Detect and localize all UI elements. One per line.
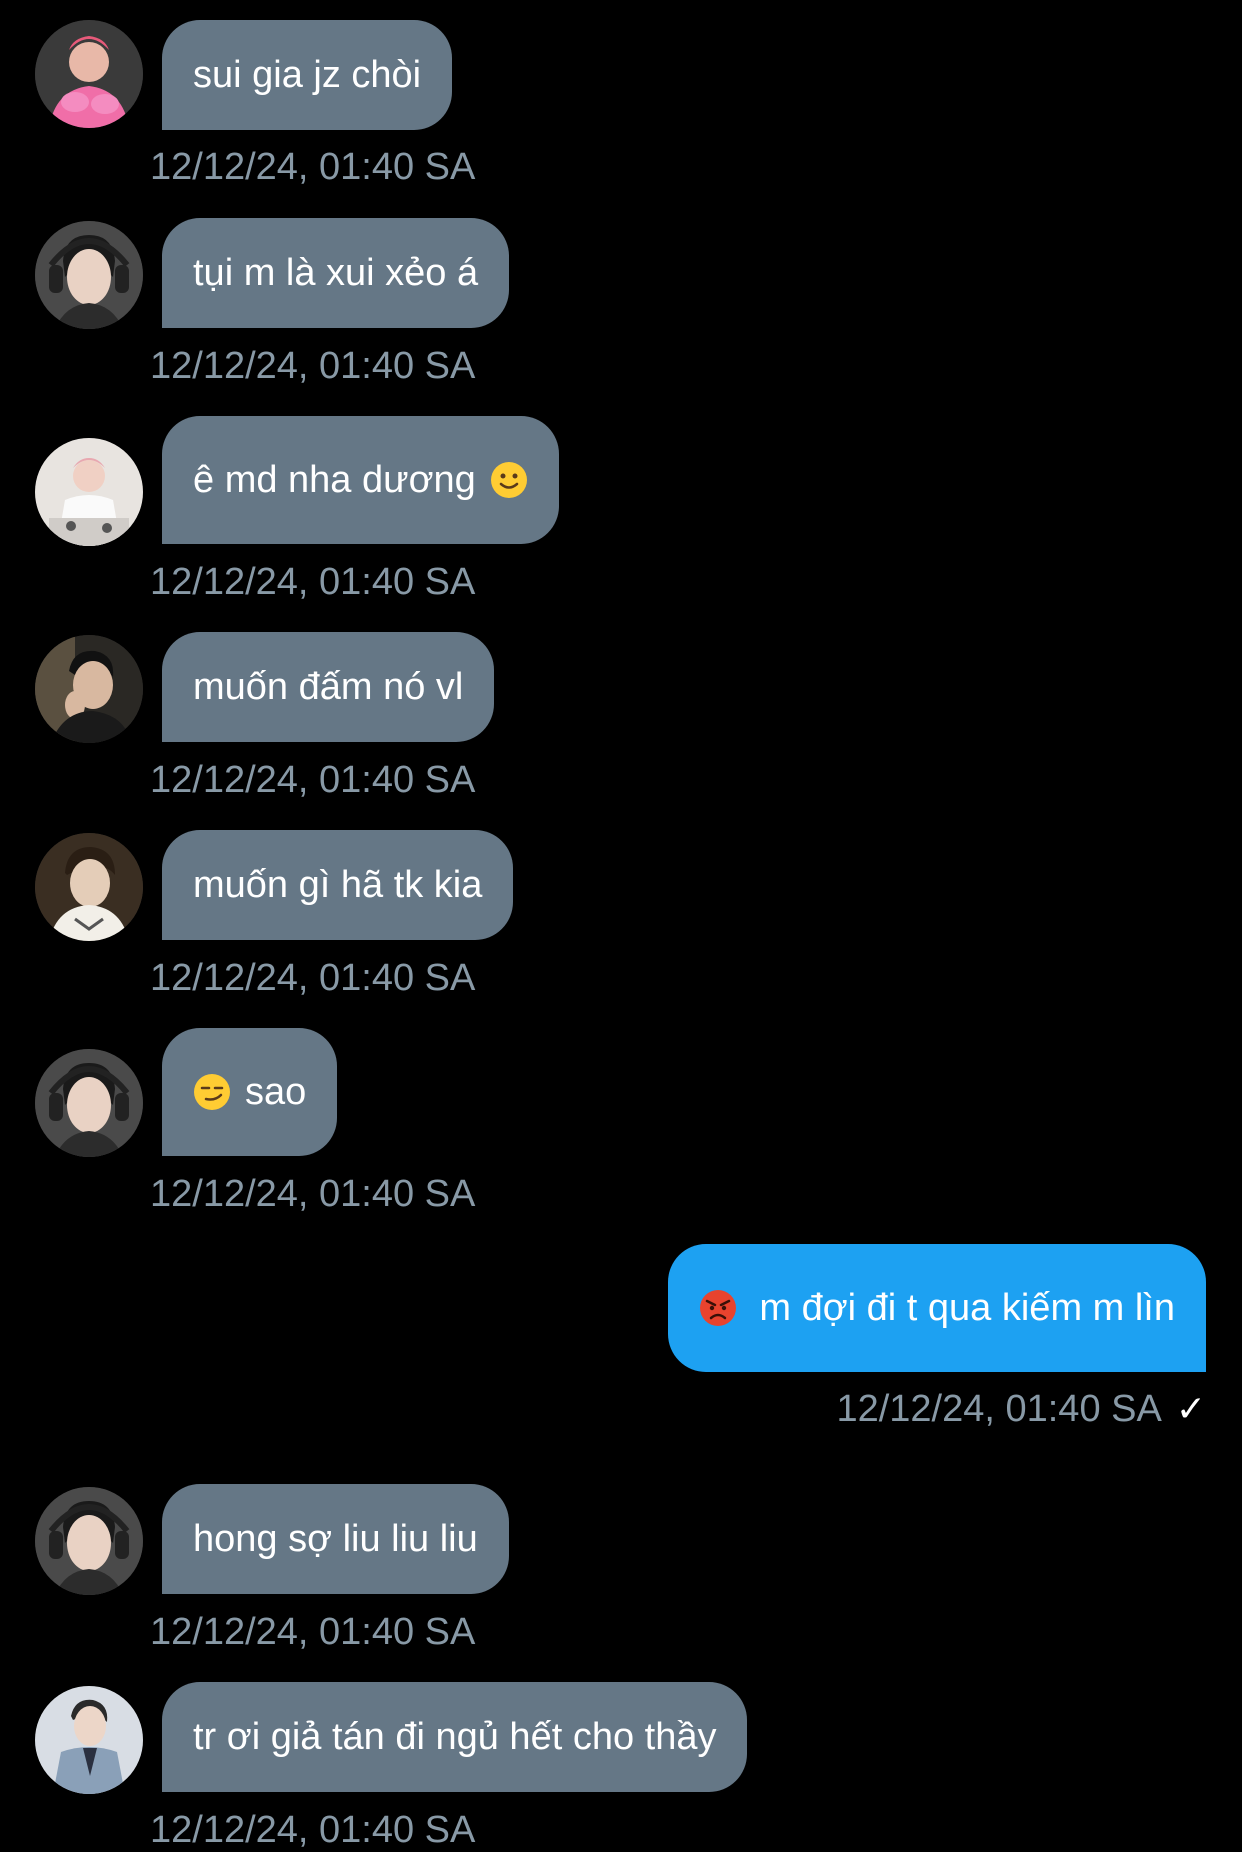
message-bubble[interactable]: sao <box>162 1028 338 1156</box>
avatar[interactable] <box>35 1686 143 1794</box>
message-text: hong sợ liu liu liu <box>193 1518 478 1560</box>
avatar[interactable] <box>35 833 143 941</box>
message-timestamp: 12/12/24, 01:40 SA <box>150 1809 476 1851</box>
avatar[interactable] <box>35 1487 143 1595</box>
slightly-smiling-face-icon <box>490 461 528 499</box>
message-timestamp: 12/12/24, 01:40 SA <box>150 1173 476 1215</box>
smirking-face-icon <box>193 1073 231 1111</box>
message-timestamp-row: 12/12/24, 01:40 SA ✓ <box>836 1387 1206 1431</box>
message-bubble-own[interactable]: m đợi đi t qua kiếm m lìn <box>668 1244 1206 1372</box>
message-text: ê md nha dương <box>193 459 476 501</box>
avatar[interactable] <box>35 1049 143 1157</box>
message-timestamp: 12/12/24, 01:40 SA <box>150 146 476 188</box>
message-text: tr ơi giả tán đi ngủ hết cho thầy <box>193 1716 717 1758</box>
message-bubble[interactable]: hong sợ liu liu liu <box>162 1484 509 1594</box>
message-bubble[interactable]: muốn đấm nó vl <box>162 632 495 742</box>
message-bubble[interactable]: ê md nha dương <box>162 416 559 544</box>
message-text: sao <box>245 1071 307 1113</box>
message-text: muốn đấm nó vl <box>193 666 464 708</box>
message-bubble[interactable]: tụi m là xui xẻo á <box>162 218 510 328</box>
message-bubble[interactable]: muốn gì hã tk kia <box>162 830 514 940</box>
check-icon: ✓ <box>1175 1388 1206 1429</box>
message-timestamp: 12/12/24, 01:40 SA <box>150 561 476 603</box>
message-timestamp: 12/12/24, 01:40 SA <box>150 1611 476 1653</box>
message-text: muốn gì hã tk kia <box>193 864 483 906</box>
message-timestamp: 12/12/24, 01:40 SA <box>150 345 476 387</box>
message-bubble[interactable]: tr ơi giả tán đi ngủ hết cho thầy <box>162 1682 748 1792</box>
message-timestamp: 12/12/24, 01:40 SA <box>150 759 476 801</box>
message-timestamp: 12/12/24, 01:40 SA <box>836 1388 1162 1430</box>
message-text: sui gia jz chòi <box>193 54 422 96</box>
avatar[interactable] <box>35 635 143 743</box>
angry-face-icon <box>699 1289 737 1327</box>
message-bubble[interactable]: sui gia jz chòi <box>162 20 453 130</box>
avatar[interactable] <box>35 438 143 546</box>
message-timestamp: 12/12/24, 01:40 SA <box>150 957 476 999</box>
avatar[interactable] <box>35 221 143 329</box>
avatar[interactable] <box>35 20 143 128</box>
message-text: tụi m là xui xẻo á <box>193 252 479 294</box>
message-text: m đợi đi t qua kiếm m lìn <box>759 1287 1175 1329</box>
